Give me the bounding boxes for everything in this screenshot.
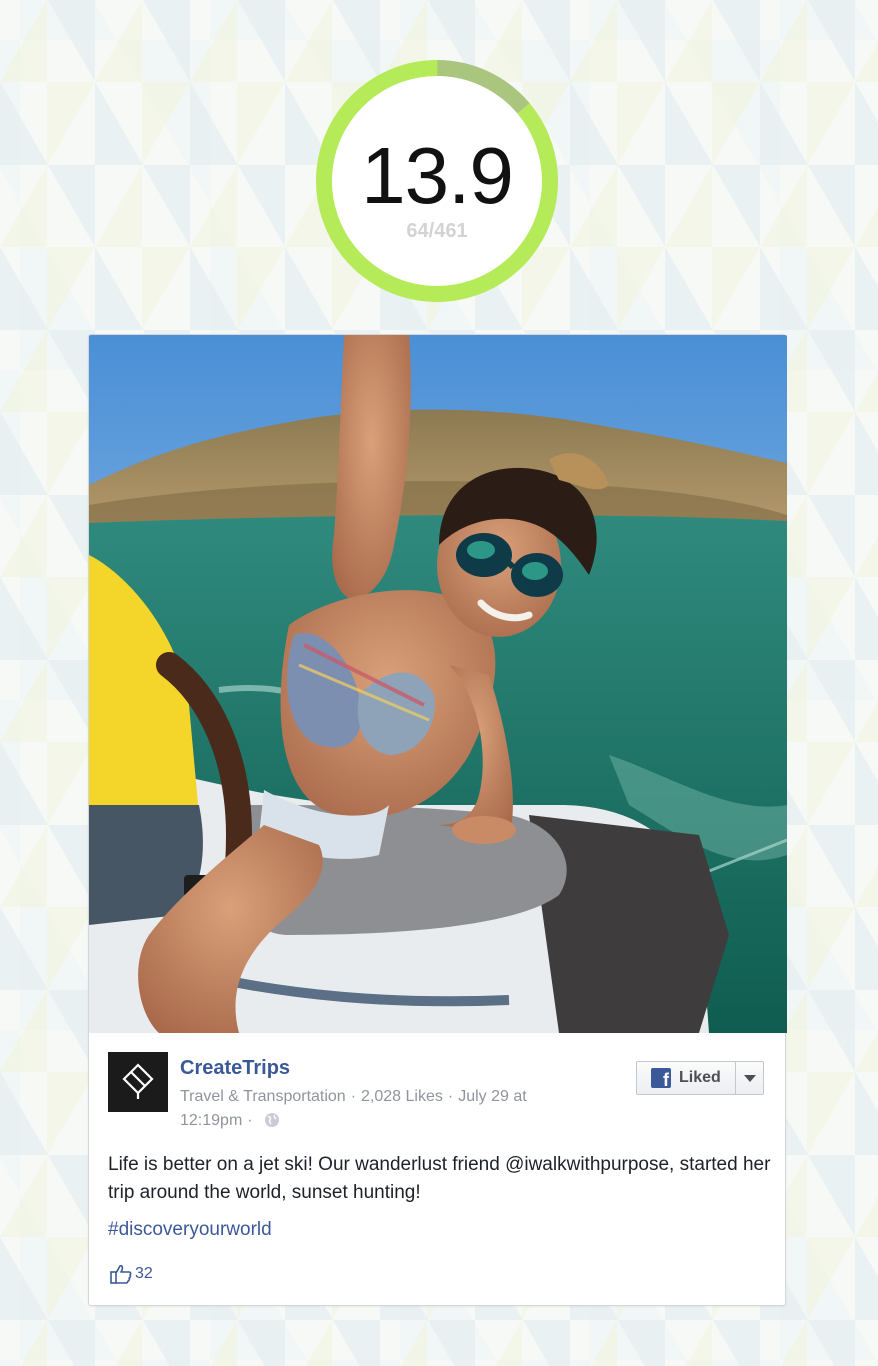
createtrips-logo-icon[interactable]	[108, 1052, 168, 1112]
post-time[interactable]: 12:19pm	[180, 1112, 242, 1129]
liked-button-main[interactable]: f Liked	[637, 1062, 736, 1094]
post-likes[interactable]: 32	[110, 1264, 153, 1284]
page-likes[interactable]: 2,028 Likes	[361, 1088, 443, 1105]
hashtag-link[interactable]: #discoveryourworld	[108, 1219, 272, 1241]
liked-menu-button[interactable]	[736, 1062, 763, 1094]
page-category[interactable]: Travel & Transportation	[180, 1088, 346, 1105]
chevron-down-icon	[743, 1074, 756, 1082]
post-card: CreateTrips Travel & Transportation · 2,02…	[88, 334, 787, 1306]
score-ring: 13.9 64/461	[316, 60, 558, 302]
post-text: Life is better on a jet ski! Our wanderl…	[108, 1154, 771, 1203]
post-photo[interactable]	[89, 335, 787, 1033]
globe-icon[interactable]	[264, 1112, 280, 1136]
liked-label: Liked	[679, 1069, 721, 1086]
thumbs-up-icon	[110, 1264, 132, 1284]
page-meta: Travel & Transportation · 2,028 Likes · July…	[180, 1085, 600, 1136]
score-value: 13.9	[361, 131, 514, 220]
like-count: 32	[135, 1265, 153, 1282]
facebook-icon: f	[651, 1068, 671, 1090]
page-name-link[interactable]: CreateTrips	[180, 1057, 290, 1080]
post-date[interactable]: July 29 at	[458, 1088, 526, 1105]
liked-button[interactable]: f Liked	[636, 1061, 764, 1095]
photo-jet-ski-selfie	[89, 335, 787, 1033]
score-fraction: 64/461	[406, 220, 468, 242]
